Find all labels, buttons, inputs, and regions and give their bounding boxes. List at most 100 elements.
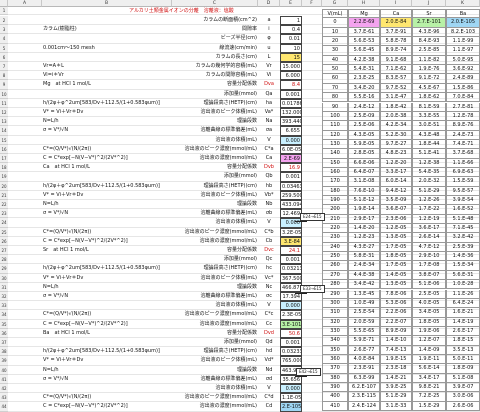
row-number[interactable]: 40 (0, 365, 8, 375)
table-cell[interactable]: 2.6.E-14 (412, 233, 446, 243)
table-cell[interactable]: 3.0.E-06 (446, 392, 480, 402)
cell-symbol[interactable]: Vr (258, 62, 280, 71)
table-cell[interactable]: 1.3.E-05 (380, 233, 412, 243)
table-cell[interactable]: 1.4.E-36 (446, 252, 480, 262)
table-cell[interactable]: 8.9.E-76 (446, 121, 480, 131)
cell-value[interactable]: 2.E-105 (280, 402, 302, 412)
row-number[interactable]: 39 (0, 356, 8, 366)
cell-symbol[interactable]: a (258, 16, 280, 25)
table-cell[interactable]: 3.4.E-20 (348, 83, 380, 94)
table-cell[interactable]: 1.5.E-29 (412, 401, 446, 412)
cell-formula[interactable]: N=L/h (42, 117, 172, 126)
table-cell[interactable]: 1.1.E-82 (412, 55, 446, 66)
table-cell[interactable]: 6.6.E-06 (348, 158, 380, 168)
cell-symbol[interactable]: Nd (258, 366, 280, 375)
cell-label[interactable]: 添加量(mmol) (172, 172, 258, 181)
table-cell[interactable]: 3.4.E-05 (412, 308, 446, 318)
cell-label[interactable]: カラムの断面積(cm^2) (172, 16, 258, 25)
cell-label[interactable]: 理論段数 (172, 283, 258, 292)
cell-label[interactable]: 溶出液の濃度(mmol/mL) (172, 237, 258, 246)
cell-value[interactable]: 0.03233 (280, 347, 302, 357)
table-cell[interactable]: 1.2.E-05 (380, 224, 412, 234)
table-cell[interactable]: 5.1.E-08 (446, 373, 480, 383)
table-cell[interactable]: 5.1.E-48 (446, 214, 480, 225)
cell-label[interactable]: カラムの間隙容積(mL) (172, 71, 258, 80)
table-cell[interactable]: 2.2.E-69 (348, 18, 380, 28)
table-cell[interactable]: 30 (322, 46, 348, 56)
table-cell[interactable]: 2.5.E-09 (348, 111, 380, 122)
cell-formula[interactable] (42, 34, 172, 43)
table-cell[interactable]: 1.4.E-05 (380, 270, 412, 281)
table-cell[interactable]: 1.4.E-21 (380, 373, 412, 383)
cell-label[interactable]: 溶出液の濃度(mmol/mL) (172, 402, 258, 411)
table-cell[interactable]: 300 (322, 298, 348, 309)
row-number[interactable]: 10 (0, 89, 8, 99)
table-cell[interactable]: 1.9.E-15 (380, 354, 412, 365)
table-cell[interactable]: 1.9.E-06 (412, 326, 446, 337)
row-number[interactable]: 38 (0, 347, 8, 357)
cell-formula[interactable]: C*=(Q/V*)√(N/(2π)) (42, 393, 172, 402)
cell-label[interactable]: 添加量(mmol) (172, 255, 258, 264)
table-cell[interactable]: 3.7.E-61 (348, 27, 380, 38)
cell-symbol[interactable]: Qb (258, 172, 280, 181)
cell-formula[interactable] (42, 384, 172, 393)
cell-value[interactable]: 393.440 (280, 117, 302, 127)
table-cell[interactable]: 2.5.E-54 (348, 308, 380, 318)
cell-value[interactable]: 3.2E-05 (280, 227, 302, 237)
table-cell[interactable]: 3.9.E-54 (446, 196, 480, 206)
table-cell[interactable]: 2.0.E-32 (412, 177, 446, 187)
cell-value[interactable]: 0.000 (280, 301, 302, 311)
row-number[interactable]: 8 (0, 71, 8, 81)
table-cell[interactable]: 9.7.E-27 (380, 139, 412, 150)
cell-label[interactable]: 溶離曲線の標準偏差(mL) (172, 209, 258, 218)
table-header-cell[interactable]: Mg (348, 9, 380, 19)
table-cell[interactable]: 9.5.E-57 (446, 186, 480, 196)
row-number[interactable]: 5 (0, 43, 8, 53)
row-number[interactable]: 21 (0, 190, 8, 200)
table-cell[interactable]: 1.1.E-99 (446, 37, 480, 47)
table-cell[interactable]: 5.1.E-29 (412, 186, 446, 196)
cell-label[interactable]: 容量分配係数 (172, 246, 258, 255)
cell-symbol[interactable]: φ (258, 34, 280, 43)
table-cell[interactable]: 2.0.E-84 (380, 18, 412, 28)
cell-label[interactable]: 溶離曲線の標準偏差(mL) (172, 126, 258, 135)
table-cell[interactable]: 6.4.E-24 (446, 298, 480, 309)
row-number[interactable]: 6 (0, 52, 8, 62)
cell-value[interactable]: 0.01 (280, 34, 302, 44)
table-cell[interactable]: 1.7.E-05 (380, 242, 412, 253)
table-cell[interactable]: 330 (322, 326, 348, 337)
cell-formula[interactable] (42, 255, 172, 264)
cell-formula[interactable]: 0.001cm〜150 mesh (42, 44, 172, 53)
cell-value[interactable]: 50.6 (280, 328, 302, 338)
cell-value[interactable]: 433.094 (280, 200, 302, 210)
cell-symbol[interactable]: Na (258, 117, 280, 126)
row-number[interactable]: 14 (0, 126, 8, 136)
table-cell[interactable]: 5.3.E-06 (380, 298, 412, 309)
table-cell[interactable]: 1.2.E-38 (412, 158, 446, 168)
table-cell[interactable]: 370 (322, 364, 348, 374)
cell-formula[interactable]: V* = Vi＋Vr＊Dv (42, 274, 172, 283)
table-cell[interactable]: 130 (322, 139, 348, 150)
table-cell[interactable]: 7.8.E-06 (380, 289, 412, 299)
cell-formula[interactable] (42, 16, 172, 25)
col-header-k[interactable]: K (446, 0, 480, 7)
table-cell[interactable]: 5.5.E-16 (348, 93, 380, 103)
table-cell[interactable]: 4.4.E-38 (348, 270, 380, 281)
table-cell[interactable]: 6.9.E-63 (446, 167, 480, 178)
cell-symbol[interactable]: V (258, 136, 280, 145)
table-cell[interactable]: 310 (322, 308, 348, 318)
table-cell[interactable]: 1.7.E-08 (412, 261, 446, 271)
table-cell[interactable]: 4.2.E-34 (380, 121, 412, 131)
cell-label[interactable]: 溶出液の濃度(mmol/mL) (172, 154, 258, 163)
cell-label[interactable]: 溶出液の体積(mL) (172, 136, 258, 145)
table-cell[interactable]: 2.5.E-05 (412, 289, 446, 299)
table-cell[interactable]: 5.6.E-53 (348, 37, 380, 47)
table-cell[interactable]: 2.8.E-05 (348, 149, 380, 159)
cell-formula[interactable]: C = C*exp[−N(V−V*)^2/(2V*^2)] (42, 237, 172, 246)
cell-symbol[interactable]: σd (258, 375, 280, 384)
row-number[interactable]: 29 (0, 264, 8, 274)
row-number[interactable]: 27 (0, 246, 8, 256)
table-cell[interactable]: 100 (322, 111, 348, 122)
cell-symbol[interactable]: Cc (258, 320, 280, 329)
table-cell[interactable]: 8.4.E-93 (412, 37, 446, 47)
